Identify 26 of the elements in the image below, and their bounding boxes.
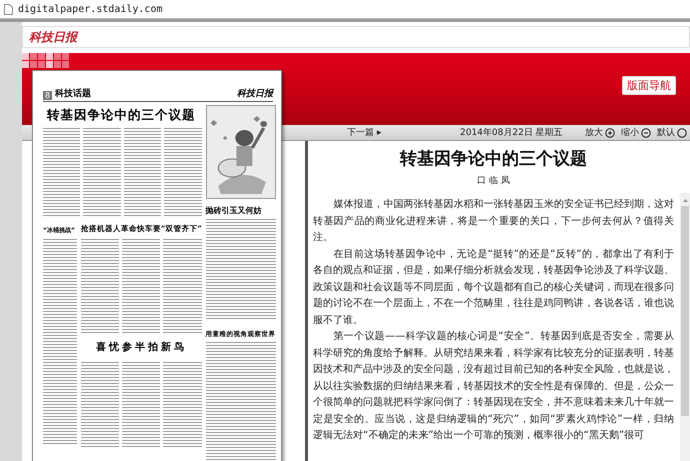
zoom-control[interactable]: 默认: [657, 126, 687, 139]
next-article-link[interactable]: 下一篇 ▸: [347, 126, 460, 139]
article-title: 转基因争论中的三个议题: [398, 148, 588, 170]
scroll-thumb[interactable]: [681, 206, 689, 416]
section-title: 科技话题: [55, 87, 92, 100]
circle-icon: [677, 128, 687, 138]
article-paragraph: 在目前这场转基因争论中，无论是“挺转”的还是“反转”的，都拿出了有利于各自的观点和证据，但是，如果仔细分析就会发现，转基因争论涉及了科学议题、政策议题和社会议题等不同层面，每个议题都有自己的核心关键词，而现在很多问题的讨论不在一个层面上，不在一个范畴里，往往是鸡同鸭讲，各说各话，谁也说服不了谁。: [313, 248, 674, 328]
url-text[interactable]: digitalpaper.stdaily.com: [18, 4, 162, 14]
newspaper-logo: 科技日报: [237, 88, 273, 100]
article-paragraph: 媒体报道，中国两张转基因水稻和一张转基因玉米的安全证书已经到期，这对转基因产品的商业化进程来讲，将是一个重要的关口，下一步何去何从？值得关注。: [313, 198, 674, 245]
page-icon: [4, 4, 13, 14]
logo-text[interactable]: 科技日报: [29, 28, 77, 46]
date-text: 2014年08月22日 星期五: [460, 126, 564, 139]
story-headline: 抛砖引玉又何妨: [206, 205, 263, 216]
scrollbar[interactable]: [680, 193, 690, 461]
article-paragraph: 第一个议题——科学议题的核心词是“安全”。转基因到底是否安全，需要从科学研究的角度给予解释。从研究结果来看，科学家有比较充分的证据表明，转基因技术和产品中涉及的安全问题，没有超过目前已知的各种安全风险，也就是说，从以往实验数据的归纳结果来看，转基因技术的安全性是有保障的。但是，公众一个很简单的问题就把科学家问倒了：转基因现在安全，并不意味着未来几十年就一定是安全的。应当说，这是归纳逻辑的“死穴”，如同“罗素火鸡悖论”一样，归纳逻辑无法对“不确定的未来”给出一个可靠的预测，概率很小的“黑天鹅”很可: [313, 330, 674, 443]
page-number: 8: [43, 91, 52, 100]
zoom-control[interactable]: 缩小: [621, 126, 651, 139]
story-headline: 喜忧参半拍新鸟: [94, 340, 188, 354]
zoom-control[interactable]: 放大: [585, 126, 615, 139]
zoom-in-icon: [605, 128, 615, 138]
author-text: 口 临 凤: [476, 174, 511, 187]
zoom-out-icon: [641, 128, 651, 138]
main-headline: 转基因争论中的三个议题: [46, 106, 196, 124]
page-nav-button[interactable]: 版面导航: [622, 76, 676, 94]
scroll-up-icon[interactable]: [680, 197, 690, 203]
